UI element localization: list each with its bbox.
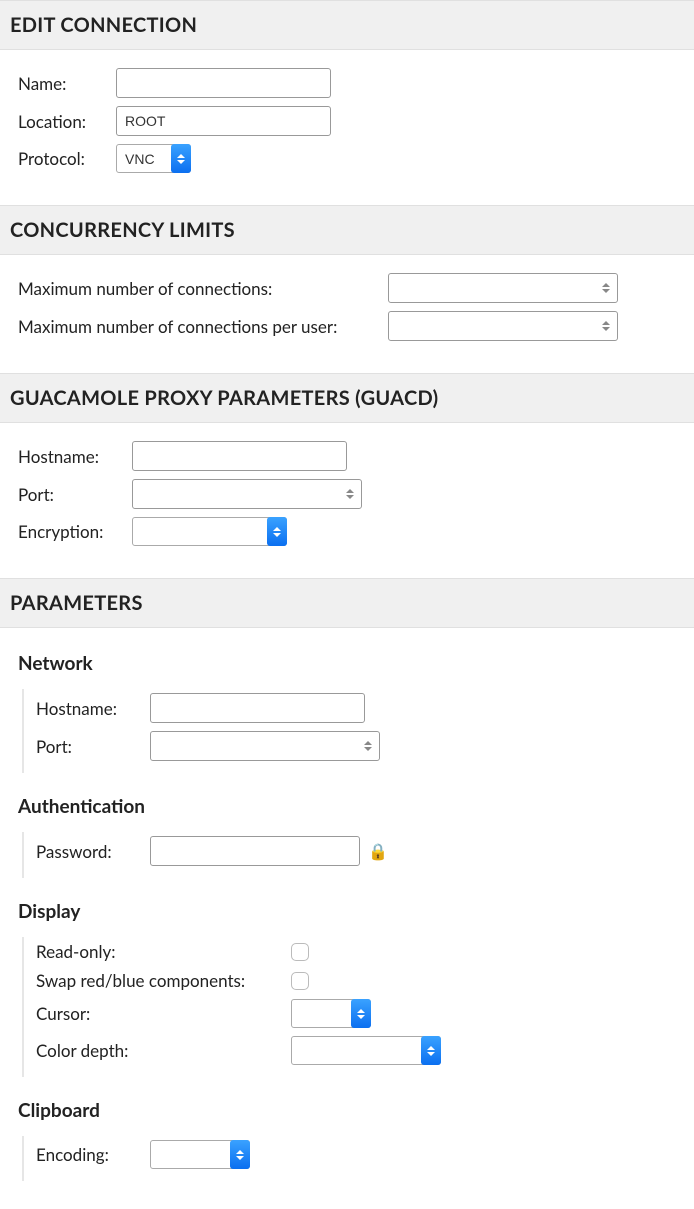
colordepth-select[interactable] xyxy=(291,1036,441,1065)
max-connections-per-user-label: Maximum number of connections per user: xyxy=(18,316,388,337)
max-connections-input[interactable] xyxy=(388,273,618,303)
network-hostname-label: Hostname: xyxy=(36,698,150,719)
location-label: Location: xyxy=(18,111,116,132)
guacd-hostname-label: Hostname: xyxy=(18,446,132,467)
section-body-guacd: Hostname: Port: Encryption: xyxy=(0,423,694,578)
protocol-select[interactable] xyxy=(116,144,191,173)
swap-checkbox[interactable] xyxy=(291,972,309,990)
guacd-encryption-label: Encryption: xyxy=(18,521,132,542)
cursor-select[interactable] xyxy=(291,999,371,1028)
location-input[interactable] xyxy=(116,106,331,136)
network-subsection: Hostname: Port: xyxy=(22,689,676,773)
name-input[interactable] xyxy=(116,68,331,98)
readonly-label: Read-only: xyxy=(36,941,291,962)
authentication-subheader: Authentication xyxy=(18,795,676,818)
clipboard-subsection: Encoding: xyxy=(22,1136,676,1181)
encoding-label: Encoding: xyxy=(36,1144,150,1165)
stepper-icon xyxy=(364,735,376,757)
network-port-label: Port: xyxy=(36,736,150,757)
name-label: Name: xyxy=(18,73,116,94)
stepper-icon xyxy=(346,483,358,505)
guacd-port-input[interactable] xyxy=(132,479,362,509)
cursor-label: Cursor: xyxy=(36,1003,291,1024)
password-input[interactable] xyxy=(150,836,360,866)
display-subheader: Display xyxy=(18,900,676,923)
network-subheader: Network xyxy=(18,652,676,675)
password-label: Password: xyxy=(36,841,150,862)
readonly-checkbox[interactable] xyxy=(291,943,309,961)
guacd-port-label: Port: xyxy=(18,484,132,505)
authentication-subsection: Password: 🔒 xyxy=(22,832,676,878)
guacd-hostname-input[interactable] xyxy=(132,441,347,471)
max-connections-per-user-input[interactable] xyxy=(388,311,618,341)
max-connections-label: Maximum number of connections: xyxy=(18,278,388,299)
section-header-guacd: GUACAMOLE PROXY PARAMETERS (GUACD) xyxy=(0,373,694,423)
section-header-concurrency: CONCURRENCY LIMITS xyxy=(0,205,694,255)
stepper-icon xyxy=(602,277,614,299)
network-port-input[interactable] xyxy=(150,731,380,761)
network-hostname-input[interactable] xyxy=(150,693,365,723)
display-subsection: Read-only: Swap red/blue components: Cur… xyxy=(22,937,676,1077)
swap-label: Swap red/blue components: xyxy=(36,970,291,991)
stepper-icon xyxy=(602,315,614,337)
clipboard-subheader: Clipboard xyxy=(18,1099,676,1122)
guacd-encryption-select[interactable] xyxy=(132,517,287,546)
section-body-edit: Name: Location: Protocol: xyxy=(0,50,694,205)
lock-icon: 🔒 xyxy=(368,842,388,861)
section-body-concurrency: Maximum number of connections: Maximum n… xyxy=(0,255,694,373)
protocol-label: Protocol: xyxy=(18,148,116,169)
colordepth-label: Color depth: xyxy=(36,1040,291,1061)
encoding-select[interactable] xyxy=(150,1140,250,1169)
section-body-parameters: Network Hostname: Port: Authentication P… xyxy=(0,628,694,1209)
section-header-edit-connection: EDIT CONNECTION xyxy=(0,0,694,50)
section-header-parameters: PARAMETERS xyxy=(0,578,694,628)
